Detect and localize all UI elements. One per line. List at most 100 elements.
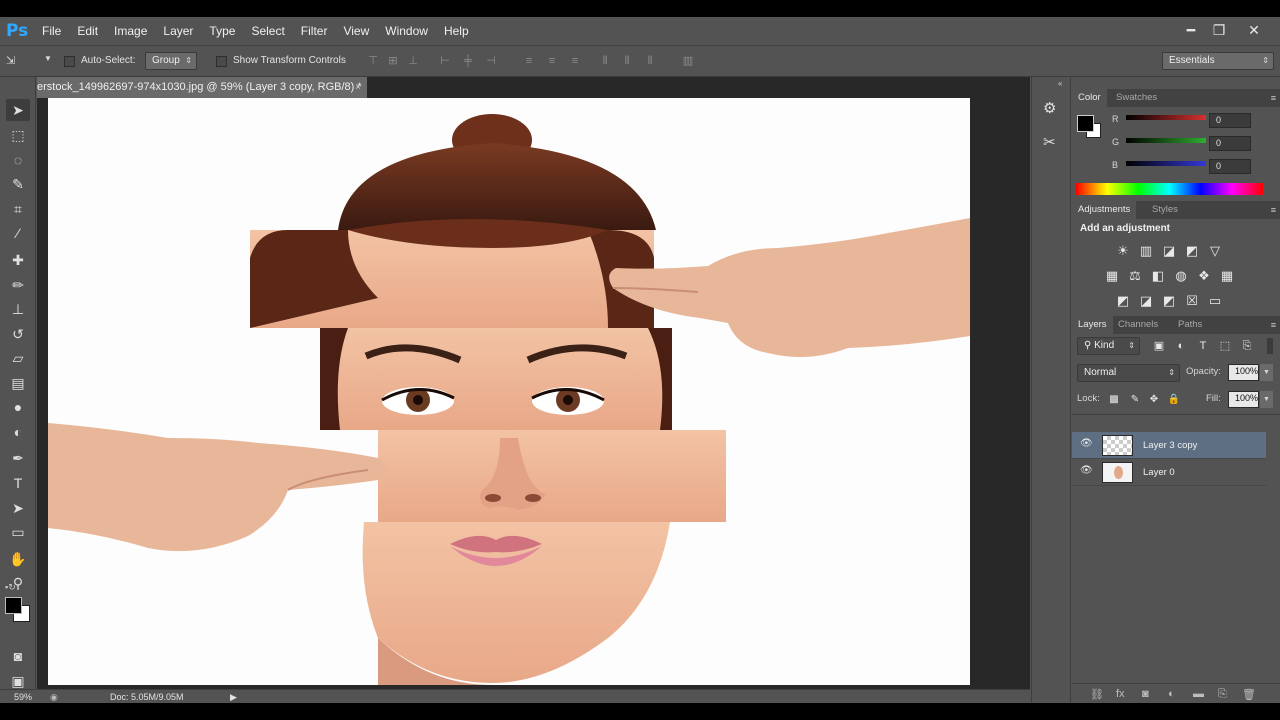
pen-tool-icon[interactable]: ✒ — [6, 447, 30, 469]
quick-mask-icon[interactable]: ◙ — [6, 645, 30, 667]
tab-channels[interactable]: Channels — [1112, 316, 1164, 334]
auto-select-checkbox[interactable] — [64, 56, 75, 67]
auto-align-icon[interactable]: ▥ — [681, 55, 695, 68]
eye-icon[interactable]: 👁 — [1080, 438, 1093, 449]
channel-mixer-icon[interactable]: ❖ — [1196, 268, 1212, 284]
history-panel-icon[interactable]: ⚙ — [1043, 99, 1056, 117]
gradient-map-icon[interactable]: ▭ — [1207, 293, 1223, 309]
exposure-icon[interactable]: ◩ — [1184, 243, 1200, 259]
layer-name[interactable]: Layer 3 copy — [1143, 432, 1197, 459]
canvas[interactable] — [48, 98, 970, 685]
history-brush-icon[interactable]: ↺ — [6, 323, 30, 345]
menu-filter[interactable]: Filter — [293, 17, 336, 45]
new-group-icon[interactable]: ▬ — [1193, 688, 1204, 700]
filter-smart-object-icon[interactable]: ⎘ — [1239, 338, 1255, 354]
menu-select[interactable]: Select — [243, 17, 292, 45]
tab-styles[interactable]: Styles — [1146, 201, 1184, 219]
brightness-contrast-icon[interactable]: ☀ — [1115, 243, 1131, 259]
hue-saturation-icon[interactable]: ▦ — [1104, 268, 1120, 284]
trash-icon[interactable]: 🗑 — [1242, 688, 1256, 701]
menu-type[interactable]: Type — [201, 17, 243, 45]
distribute-left-icon[interactable]: ⫴ — [598, 55, 612, 68]
tab-swatches[interactable]: Swatches — [1110, 89, 1163, 107]
color-balance-icon[interactable]: ⚖ — [1127, 268, 1143, 284]
threshold-icon[interactable]: ◩ — [1161, 293, 1177, 309]
hand-tool-icon[interactable]: ✋ — [6, 548, 30, 570]
add-mask-icon[interactable]: ◙ — [1142, 688, 1149, 700]
close-document-icon[interactable]: × — [355, 77, 361, 98]
menu-edit[interactable]: Edit — [69, 17, 106, 45]
fill-arrow-icon[interactable]: ▼ — [1260, 391, 1273, 408]
status-menu-arrow-icon[interactable]: ▶ — [230, 690, 237, 703]
blur-tool-icon[interactable]: ● — [6, 396, 30, 418]
tab-color[interactable]: Color — [1072, 89, 1107, 107]
dodge-tool-icon[interactable]: ◐ — [6, 421, 30, 443]
fx-icon[interactable]: fx — [1116, 688, 1125, 700]
path-select-icon[interactable]: ➤ — [6, 497, 30, 519]
move-tool-icon[interactable]: ➤ — [6, 99, 30, 121]
status-info-icon[interactable]: ◉ — [50, 690, 58, 703]
opacity-arrow-icon[interactable]: ▼ — [1260, 364, 1273, 381]
g-slider[interactable] — [1126, 138, 1206, 143]
document-tab[interactable]: erstock_149962697-974x1030.jpg @ 59% (La… — [37, 77, 367, 98]
minimize-button[interactable]: ━ — [1180, 21, 1202, 39]
filter-pixel-icon[interactable]: ▣ — [1151, 338, 1167, 354]
color-spectrum-bar[interactable] — [1076, 183, 1263, 195]
b-value[interactable]: 0 — [1209, 159, 1251, 174]
healing-brush-icon[interactable]: ✚ — [6, 249, 30, 271]
tab-layers[interactable]: Layers — [1072, 316, 1113, 334]
menu-layer[interactable]: Layer — [155, 17, 201, 45]
type-tool-icon[interactable]: T — [6, 472, 30, 494]
opacity-input[interactable]: 100% — [1228, 364, 1259, 381]
crop-tool-icon[interactable]: ⌗ — [6, 198, 30, 220]
distribute-bottom-icon[interactable]: ≡ — [568, 55, 582, 68]
filter-type-icon[interactable]: T — [1195, 338, 1211, 354]
distribute-hcenter-icon[interactable]: ⫴ — [620, 55, 634, 68]
filter-toggle[interactable] — [1267, 338, 1273, 354]
menu-image[interactable]: Image — [106, 17, 155, 45]
lock-image-icon[interactable]: ✎ — [1127, 392, 1143, 408]
move-tool-preset-icon[interactable]: ⇲ — [6, 54, 22, 68]
lock-position-icon[interactable]: ✥ — [1146, 392, 1162, 408]
new-adjustment-icon[interactable]: ◐ — [1168, 688, 1175, 700]
layer-row[interactable]: 👁 Layer 3 copy — [1072, 432, 1266, 459]
layer-row[interactable]: 👁 Layer 0 — [1072, 459, 1266, 486]
color-lookup-icon[interactable]: ▦ — [1219, 268, 1235, 284]
align-hcenter-icon[interactable]: ╪ — [461, 55, 475, 68]
posterize-icon[interactable]: ◪ — [1138, 293, 1154, 309]
filter-adjustment-icon[interactable]: ◐ — [1173, 338, 1189, 354]
zoom-level[interactable]: 59% — [14, 690, 32, 703]
align-bottom-icon[interactable]: ⊥ — [406, 55, 420, 68]
photo-filter-icon[interactable]: ◍ — [1173, 268, 1189, 284]
gradient-tool-icon[interactable]: ▤ — [6, 372, 30, 394]
r-value[interactable]: 0 — [1209, 113, 1251, 128]
vibrance-icon[interactable]: ▽ — [1207, 243, 1223, 259]
layer-name[interactable]: Layer 0 — [1143, 459, 1175, 486]
blend-mode-dropdown[interactable]: Normal ⇕ — [1077, 364, 1180, 382]
panel-menu-icon[interactable]: ≡ — [1271, 201, 1276, 219]
clone-stamp-icon[interactable]: ⊥ — [6, 298, 30, 320]
collapse-dock-icon[interactable]: « — [1058, 79, 1062, 88]
align-right-icon[interactable]: ⊣ — [484, 55, 498, 68]
panel-menu-icon[interactable]: ≡ — [1271, 316, 1276, 334]
distribute-right-icon[interactable]: ⫴ — [643, 55, 657, 68]
filter-shape-icon[interactable]: ⬚ — [1217, 338, 1233, 354]
tools-panel-icon[interactable]: ✂ — [1043, 133, 1056, 151]
tab-adjustments[interactable]: Adjustments — [1072, 201, 1137, 219]
align-vcenter-icon[interactable]: ⊞ — [386, 55, 400, 68]
auto-select-dropdown[interactable]: Group ⇕ — [145, 52, 197, 70]
link-layers-icon[interactable]: ⛓ — [1090, 688, 1104, 701]
workspace-dropdown[interactable]: Essentials ⇕ — [1162, 52, 1274, 70]
fill-input[interactable]: 100% — [1228, 391, 1259, 408]
lock-all-icon[interactable]: 🔒 — [1166, 392, 1182, 408]
eraser-tool-icon[interactable]: ▱ — [6, 347, 30, 369]
menu-help[interactable]: Help — [436, 17, 477, 45]
marquee-tool-icon[interactable]: ⬚ — [6, 124, 30, 146]
panel-menu-icon[interactable]: ≡ — [1271, 89, 1276, 107]
quick-select-tool-icon[interactable]: ✎ — [6, 173, 30, 195]
levels-icon[interactable]: ▥ — [1138, 243, 1154, 259]
lock-transparent-icon[interactable]: ▩ — [1106, 392, 1122, 408]
curves-icon[interactable]: ◪ — [1161, 243, 1177, 259]
invert-icon[interactable]: ◩ — [1115, 293, 1131, 309]
menu-file[interactable]: File — [34, 17, 69, 45]
